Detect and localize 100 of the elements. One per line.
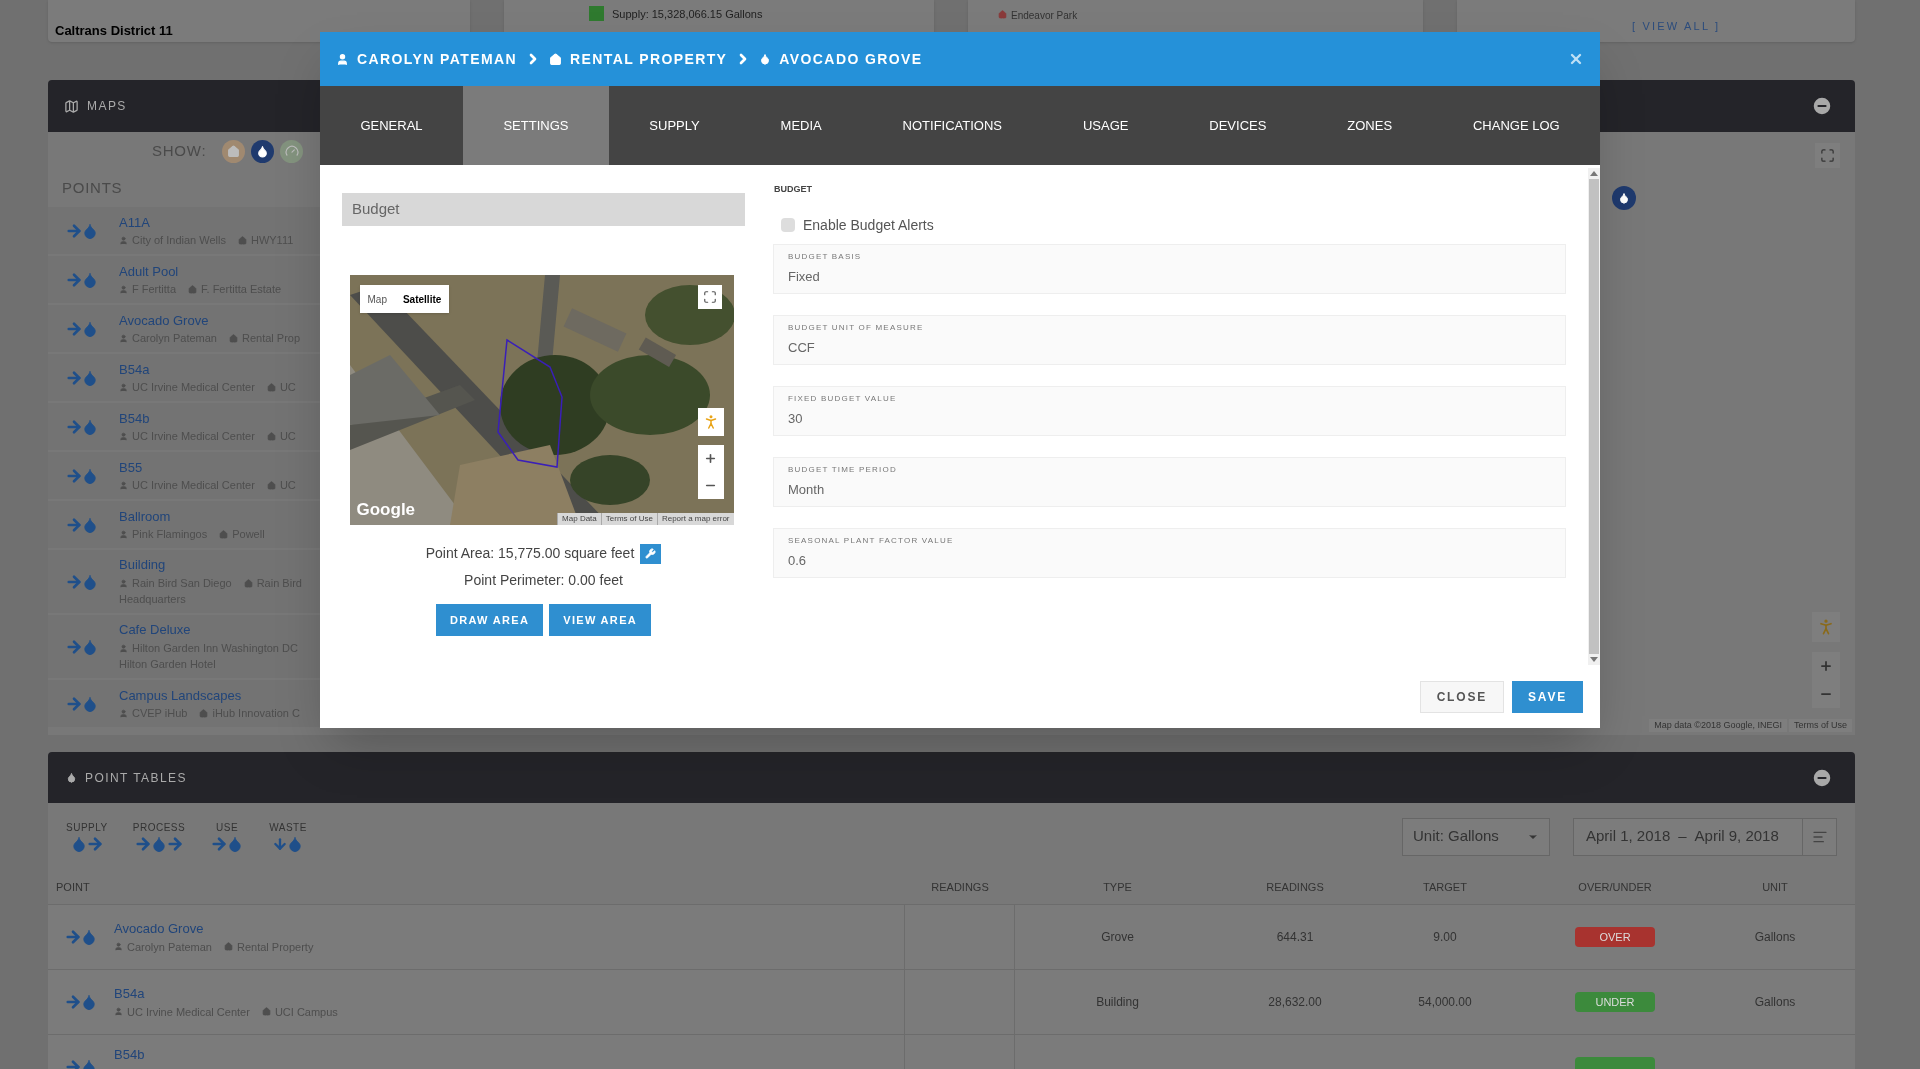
category-select[interactable]: Budget: [342, 193, 745, 226]
column-header: TARGET: [1422, 879, 1468, 895]
settings-field[interactable]: BUDGET UNIT OF MEASURE CCF: [773, 314, 1567, 365]
arrow-drop-icon: [64, 928, 98, 946]
point-name: Adult Pool: [119, 262, 180, 281]
status-badge: UNDER: [1575, 992, 1655, 1012]
home-icon: [266, 480, 276, 490]
dialog-tab[interactable]: DEVICES: [1168, 86, 1307, 165]
settings-field[interactable]: SEASONAL PLANT FACTOR VALUE 0.6: [773, 527, 1567, 578]
checkbox-label: Enable Budget Alerts: [803, 215, 934, 235]
pegman-button[interactable]: [697, 408, 724, 436]
breadcrumb-item: RENTAL PROPERTY: [569, 49, 728, 69]
fullscreen-button[interactable]: [697, 285, 722, 309]
scroll-down-icon[interactable]: [1590, 657, 1599, 662]
point-name[interactable]: B54b: [114, 1045, 145, 1065]
save-button[interactable]: SAVE: [1512, 680, 1583, 713]
scroll-up-icon[interactable]: [1590, 171, 1599, 176]
point-name: Ballroom: [119, 507, 172, 526]
zoom-in-icon[interactable]: [704, 452, 717, 465]
supply-total: Supply: 15,328,066.15 Gallons: [612, 7, 763, 22]
user-icon: [119, 284, 128, 294]
arrow-drop-icon: [65, 466, 99, 485]
dialog-tab[interactable]: SETTINGS: [463, 86, 609, 165]
supply-legend-swatch: [589, 6, 604, 21]
map-type-toggle[interactable]: Map: [359, 285, 395, 313]
settings-field[interactable]: BUDGET TIME PERIOD Month: [773, 456, 1567, 507]
flow-icon: [272, 835, 304, 853]
arrow-drop-icon: [64, 993, 98, 1011]
close-button[interactable]: CLOSE: [1419, 680, 1504, 713]
dialog-tab[interactable]: USAGE: [1042, 86, 1169, 165]
dialog-tab[interactable]: ZONES: [1306, 86, 1433, 165]
park-name: Endeavor Park: [1011, 9, 1078, 23]
alerts-checkbox[interactable]: [781, 218, 795, 232]
edit-area-button[interactable]: [640, 543, 662, 564]
collapse-icon[interactable]: [1811, 95, 1833, 117]
map-attribution[interactable]: Map Data: [557, 513, 601, 525]
column-header: TYPE: [1102, 879, 1133, 895]
home-icon: [199, 708, 209, 718]
dialog-tab[interactable]: GENERAL: [320, 86, 463, 165]
area-button[interactable]: DRAW AREA: [435, 604, 544, 636]
point-name[interactable]: Avocado Grove: [114, 919, 314, 939]
view-all-link[interactable]: [ VIEW ALL ]: [1632, 18, 1721, 35]
date-range-field[interactable]: April 1, 2018 – April 9, 2018: [1573, 817, 1837, 856]
show-filter-toggle[interactable]: [251, 139, 275, 163]
scrollbar[interactable]: [1588, 168, 1600, 665]
dialog-tab[interactable]: NOTIFICATIONS: [862, 86, 1043, 165]
legend-label: PROCESS: [132, 821, 186, 835]
target-cell-text: 9.00: [1432, 929, 1458, 946]
user-icon: [119, 235, 128, 245]
home-icon: [243, 578, 253, 588]
arrow-drop-icon: [65, 637, 99, 656]
user-icon: [119, 708, 128, 718]
unit-cell-text: Gallons: [1753, 929, 1797, 946]
point-name: Campus Landscapes: [119, 686, 243, 705]
legend-label: WASTE: [269, 821, 307, 835]
map-attribution[interactable]: Terms of Use: [600, 513, 657, 525]
home-icon: [548, 52, 562, 66]
home-icon: [998, 10, 1007, 19]
readings-cell-text: 644.31: [1275, 929, 1315, 946]
area-button[interactable]: VIEW AREA: [549, 604, 652, 636]
point-name[interactable]: B54a: [114, 984, 338, 1004]
dialog-tab[interactable]: CHANGE LOG: [1432, 86, 1601, 165]
user-icon: [119, 333, 128, 343]
collapse-icon[interactable]: [1811, 766, 1833, 789]
map-attribution[interactable]: Report a map error: [656, 513, 734, 525]
user-icon: [114, 942, 123, 952]
close-icon[interactable]: [1568, 51, 1584, 67]
target-cell-text: 54,000.00: [1417, 994, 1473, 1011]
map-attribution[interactable]: Terms of Use: [1789, 718, 1852, 732]
point-name: Cafe Deluxe: [119, 621, 192, 640]
arrow-drop-icon: [65, 319, 99, 338]
zoom-in-icon[interactable]: [1819, 659, 1833, 673]
panel-title: POINT TABLES: [85, 769, 187, 787]
unit-select[interactable]: Unit: Gallons: [1402, 817, 1550, 856]
drop-icon: [256, 144, 270, 158]
home-icon: [261, 1007, 271, 1017]
legend-label: SUPPLY: [66, 821, 108, 835]
user-icon: [119, 643, 128, 653]
user-icon: [114, 1007, 123, 1017]
dialog-tab[interactable]: MEDIA: [740, 86, 863, 165]
point-name: B54b: [119, 409, 151, 428]
breadcrumb-item: CAROLYN PATEMAN: [357, 49, 517, 69]
column-header: POINT: [55, 879, 91, 895]
point-perimeter-text: Point Perimeter: 0.00 feet: [464, 571, 623, 590]
column-header: READINGS: [930, 879, 990, 895]
settings-field[interactable]: FIXED BUDGET VALUE 30: [773, 385, 1567, 436]
wrench-icon: [645, 548, 657, 559]
home-icon: [219, 529, 229, 539]
settings-field[interactable]: BUDGET BASIS Fixed: [773, 243, 1567, 294]
dialog-tab[interactable]: SUPPLY: [608, 86, 741, 165]
arrow-drop-icon: [65, 221, 99, 240]
map-marker-icon[interactable]: [1612, 186, 1636, 210]
home-icon: [266, 382, 276, 392]
map-attribution: Map data ©2018 Google, INEGI: [1649, 718, 1787, 732]
arrow-drop-icon: [65, 572, 99, 591]
map-type-toggle[interactable]: Satellite: [394, 285, 450, 313]
panel-title: MAPS: [87, 98, 127, 115]
point-name: Avocado Grove: [119, 311, 210, 330]
legend-label: USE: [216, 821, 239, 835]
unit-cell-text: Gallons: [1753, 994, 1797, 1011]
